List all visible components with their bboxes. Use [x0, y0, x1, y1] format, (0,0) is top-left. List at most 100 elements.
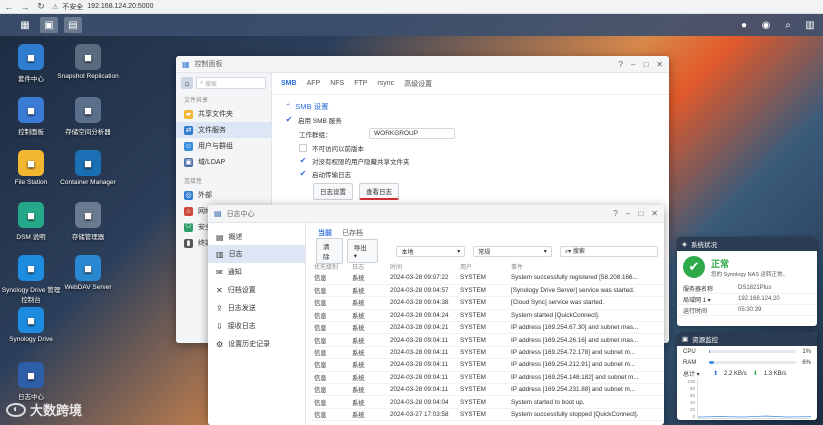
tab-current[interactable]: 当前 [318, 228, 332, 238]
y-tick-label: 100 [687, 379, 695, 384]
table-row[interactable]: 信息 系统 2024-03-28 09:04:11 SYSTEM IP address … [310, 371, 664, 385]
log-search-input[interactable]: ⌕▾ 搜索 [559, 245, 658, 257]
close-icon[interactable]: ✕ [651, 209, 658, 218]
table-row[interactable]: 信息 系统 2024-03-28 09:04:11 SYSTEM IP address … [310, 346, 664, 360]
sidebar-item-users[interactable]: ☺ 用户与群组 [176, 138, 271, 154]
column-header[interactable]: 用户 [456, 261, 507, 272]
desktop-icon[interactable]: ■ 套件中心 [0, 44, 62, 83]
search-input[interactable]: ⌕ 搜索 [196, 77, 266, 89]
previous-versions-checkbox[interactable]: 不可访问以前版本 [285, 141, 657, 154]
main-menu-icon[interactable]: ▦ [16, 17, 34, 33]
sidebar-item-archive-settings[interactable]: ✕ 归档设置 [208, 281, 305, 299]
checkbox-label: 启用 SMB 服务 [298, 117, 342, 125]
log-center-titlebar[interactable]: ▤ 日志中心 ? – □ ✕ [208, 205, 664, 223]
warning-icon: ⚠ [52, 3, 59, 11]
help-icon[interactable]: ? [619, 60, 623, 69]
sidebar-item-label: 外部 [198, 192, 212, 199]
folder-icon: ▰ [184, 109, 193, 119]
tab-nfs[interactable]: NFS [330, 80, 344, 87]
sidebar-item-domain-ldap[interactable]: ▣ 域/LDAP [176, 154, 271, 170]
sidebar-item-external[interactable]: ◎ 外部 [176, 187, 271, 203]
table-row[interactable]: 信息 系统 2024-03-27 17:03:58 SYSTEM System succ… [310, 408, 664, 422]
tab-rsync[interactable]: rsync [377, 80, 394, 87]
sidebar-item-log-sending[interactable]: ⇪ 日志发送 [208, 299, 305, 317]
desktop-icon[interactable]: ■ 日志中心 [0, 362, 62, 401]
desktop-icon[interactable]: ■ 存储管理器 [57, 202, 119, 241]
desktop-icon[interactable]: ■ Synology Drive [0, 307, 62, 343]
notification-icon[interactable]: ● [737, 17, 751, 33]
tab-archived[interactable]: 已存档 [342, 228, 363, 238]
sidebar-item-shared-folder[interactable]: ▰ 共享文件夹 [176, 106, 271, 122]
column-header[interactable]: 事件 [507, 261, 664, 272]
tab-smb[interactable]: SMB [281, 80, 297, 87]
desktop-icon[interactable]: ■ File Station [0, 150, 62, 186]
search-placeholder-text: 搜索 [572, 249, 585, 255]
search-icon[interactable]: ⌕ [781, 17, 795, 33]
desktop-icon[interactable]: ■ Synology Drive 管理控制台 [0, 255, 62, 304]
table-row[interactable]: 信息 系统 2024-03-28 09:04:21 SYSTEM IP address … [310, 321, 664, 335]
taskbar-log-center-icon[interactable]: ▤ [64, 17, 82, 33]
table-row[interactable]: 信息 系统 2024-03-28 09:04:24 SYSTEM System star… [310, 309, 664, 323]
container-icon: ■ [75, 150, 101, 176]
url-text[interactable]: 192.168.124.20:5000 [87, 3, 153, 10]
export-button[interactable]: 导出 ▾ [346, 239, 379, 263]
control-panel-titlebar[interactable]: ▦ 控制面板 ? – □ ✕ [176, 56, 669, 73]
clear-button[interactable]: 清除 [316, 238, 343, 264]
maximize-icon[interactable]: □ [643, 60, 648, 69]
close-icon[interactable]: ✕ [656, 60, 663, 69]
transfer-log-checkbox[interactable]: ✔ 启动传输日志 [285, 167, 657, 180]
desktop-icon-label: Synology Drive 管理控制台 [1, 287, 61, 304]
desktop-icon[interactable]: ■ Snapshot Replication [57, 44, 119, 80]
table-row[interactable]: 信息 系统 2024-03-28 09:04:11 SYSTEM IP address … [310, 383, 664, 397]
sidebar-item-receive-logs[interactable]: ⇩ 接收日志 [208, 317, 305, 335]
user-icon[interactable]: ◉ [759, 17, 773, 33]
sidebar-item-file-services[interactable]: ⇄ 文件服务 [176, 122, 271, 138]
desktop-icon[interactable]: ■ 控制面板 [0, 97, 62, 136]
table-row[interactable]: 信息 系统 2024-03-28 09:04:11 SYSTEM IP address … [310, 333, 664, 347]
tab-advanced[interactable]: 高级设置 [404, 79, 432, 89]
level-select[interactable]: 常规 ▾ [473, 245, 552, 257]
back-icon[interactable]: ← [4, 2, 14, 12]
minimize-icon[interactable]: – [631, 60, 635, 69]
minimize-icon[interactable]: – [626, 209, 630, 218]
column-header[interactable]: 时间 [386, 261, 456, 272]
smb-section-header[interactable]: ⌃ SMB 设置 [285, 99, 657, 113]
enable-smb-checkbox[interactable]: ✔ 启用 SMB 服务 [285, 113, 657, 126]
tab-afp[interactable]: AFP [307, 80, 321, 87]
desktop-icon[interactable]: ■ DSM 说明 [0, 202, 62, 241]
desktop-icon[interactable]: ■ 存储空间分析器 [57, 97, 119, 136]
home-icon[interactable]: ⌂ [181, 77, 193, 89]
widgets-icon[interactable]: ▥ [803, 17, 817, 33]
help-icon[interactable]: ? [614, 209, 618, 218]
search-placeholder: ⌕▾ 搜索 [564, 249, 585, 255]
view-logs-button[interactable]: 查看日志 [359, 183, 399, 200]
forward-icon[interactable]: → [20, 2, 30, 12]
total-select[interactable]: 总计 ▾ [683, 369, 707, 378]
tab-ftp[interactable]: FTP [354, 80, 367, 87]
source-select[interactable]: 本地 ▾ [396, 245, 466, 257]
lan-row[interactable]: 局域网 1 ▾ 192.168.124.20 [677, 294, 817, 305]
sidebar-item-logs[interactable]: ▥ 日志 [208, 245, 305, 263]
sidebar-item-overview[interactable]: ▤ 概述 [208, 229, 305, 245]
hide-shares-checkbox[interactable]: ✔ 对没有权限的用户隐藏共享文件夹 [285, 154, 657, 167]
ram-bar [709, 361, 797, 364]
log-settings-button[interactable]: 日志设置 [313, 183, 353, 200]
workgroup-input[interactable]: WORKGROUP [369, 128, 455, 139]
reload-icon[interactable]: ↻ [36, 1, 46, 12]
sidebar-item-notification[interactable]: ✉ 通知 [208, 263, 305, 281]
address-bar[interactable]: ⚠ 不安全 192.168.124.20:5000 [52, 2, 153, 12]
maximize-icon[interactable]: □ [638, 209, 643, 218]
browser-toolbar: ← → ↻ ⚠ 不安全 192.168.124.20:5000 [0, 0, 823, 14]
table-cell: 信息 [310, 321, 348, 335]
table-row[interactable]: 信息 系统 2024-03-28 09:04:57 SYSTEM [Synology D… [310, 284, 664, 298]
desktop-icon[interactable]: ■ WebDAV Server [57, 255, 119, 291]
lan-label: 局域网 1 ▾ [683, 297, 711, 304]
table-row[interactable]: 信息 系统 2024-03-28 09:04:38 SYSTEM [Cloud Sync… [310, 296, 664, 310]
table-row[interactable]: 信息 系统 2024-03-28 09:07:22 SYSTEM System succ… [310, 272, 664, 285]
table-row[interactable]: 信息 系统 2024-03-28 09:04:04 SYSTEM System star… [310, 395, 664, 409]
sidebar-item-settings-history[interactable]: ⚙ 设置历史记录 [208, 335, 305, 353]
desktop-icon[interactable]: ■ Container Manager [57, 150, 119, 186]
upload-value: 2.2 KB/s [724, 370, 747, 377]
taskbar-control-panel-icon[interactable]: ▣ [40, 17, 58, 33]
table-row[interactable]: 信息 系统 2024-03-28 09:04:11 SYSTEM IP address … [310, 358, 664, 372]
